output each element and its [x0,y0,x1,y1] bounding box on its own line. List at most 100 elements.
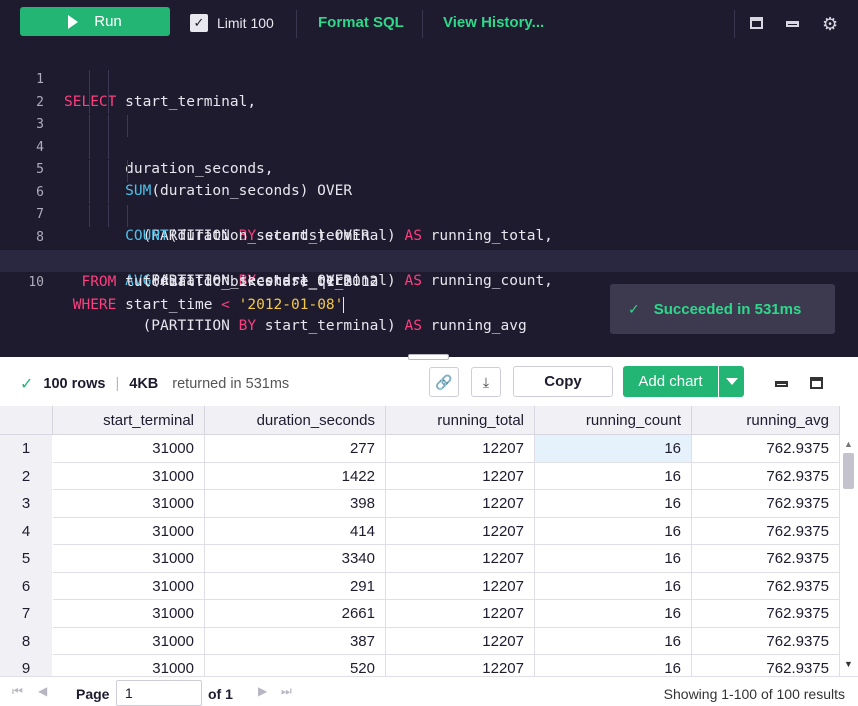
check-icon: ✓ [628,300,640,317]
table-cell[interactable]: 12207 [386,435,535,463]
table-cell[interactable]: 12207 [386,600,535,628]
run-button[interactable]: Run [20,7,170,36]
table-cell[interactable]: 398 [205,490,386,518]
table-cell[interactable]: 31000 [53,600,205,628]
download-button[interactable]: ⤓ [471,367,501,397]
next-page-icon[interactable]: ▶ [258,684,267,698]
maximize-editor-icon[interactable] [750,17,763,29]
page-input[interactable] [116,680,202,706]
table-cell[interactable]: 12207 [386,490,535,518]
column-header[interactable]: running_total [386,406,535,435]
column-header[interactable]: start_terminal [53,406,205,435]
table-cell[interactable]: 31000 [53,655,205,676]
table-cell[interactable]: 291 [205,572,386,600]
table-cell[interactable]: 3340 [205,545,386,573]
code-line: 8 (PARTITION BY start_terminal) AS runni… [0,204,858,334]
table-cell[interactable]: 387 [205,627,386,655]
table-cell[interactable]: 12207 [386,545,535,573]
table-cell[interactable]: 762.9375 [692,600,840,628]
table-cell[interactable]: 12207 [386,627,535,655]
row-number: 5 [0,545,52,573]
table-cell[interactable]: 414 [205,517,386,545]
table-cell[interactable]: 16 [535,490,692,518]
column-header[interactable]: duration_seconds [205,406,386,435]
table-cell[interactable]: 1422 [205,462,386,490]
table-cell[interactable]: 16 [535,572,692,600]
format-sql-button[interactable]: Format SQL [318,14,404,31]
table-cell[interactable]: 762.9375 [692,517,840,545]
table-cell[interactable]: 520 [205,655,386,676]
indent-guide [89,204,90,227]
results-status: ✓ 100 rows | 4KB returned in 531ms [20,374,289,394]
copy-button[interactable]: Copy [513,366,613,397]
table-cell[interactable]: 277 [205,435,386,463]
gear-icon[interactable]: ⚙ [822,14,838,35]
indent-guide [108,159,109,182]
toolbar-divider [422,10,423,38]
table-cell[interactable]: 16 [535,655,692,676]
table-cell[interactable]: 762.9375 [692,545,840,573]
limit-checkbox[interactable]: ✓ [190,14,208,32]
results-count-text: Showing 1-100 of 100 results [663,686,845,702]
table-cell[interactable]: 762.9375 [692,462,840,490]
code-line: 7 AVG(duration_seconds) OVER [0,182,858,289]
first-page-icon[interactable]: ⏮ [12,684,23,699]
table-cell[interactable]: 16 [535,545,692,573]
scroll-down-icon[interactable]: ▼ [844,659,853,669]
table-cell[interactable]: 16 [535,627,692,655]
table-cell[interactable]: 31000 [53,517,205,545]
table-row: 7 31000 2661 12207 16 762.9375 [0,600,840,628]
table-row: 4 31000 414 12207 16 762.9375 [0,517,840,545]
table-cell[interactable]: 31000 [53,490,205,518]
table-cell[interactable]: 12207 [386,572,535,600]
minimize-results-icon[interactable] [775,381,788,387]
table-cell[interactable]: 762.9375 [692,435,840,463]
table-row: 1 31000 277 12207 16 762.9375 [0,435,840,463]
indent-guide [89,159,90,182]
table-cell[interactable]: 31000 [53,435,205,463]
minimize-editor-icon[interactable] [786,21,799,27]
column-header[interactable]: running_count [535,406,692,435]
table-cell[interactable]: 762.9375 [692,655,840,676]
code-line: 9 FROM tutorial.dc_bikeshare_q1_2012 [0,227,858,290]
scroll-up-icon[interactable]: ▲ [844,439,853,449]
limit-toggle[interactable]: ✓ Limit 100 [190,14,274,32]
table-cell[interactable]: 762.9375 [692,572,840,600]
table-cell[interactable]: 31000 [53,572,205,600]
query-toolbar: Run ✓ Limit 100 Format SQL View History.… [0,0,858,47]
vertical-scrollbar[interactable]: ▲ ▼ [840,435,858,675]
text-cursor [343,296,345,313]
toast-text: Succeeded in 531ms [653,300,802,318]
table-cell[interactable]: 762.9375 [692,490,840,518]
table-cell[interactable]: 2661 [205,600,386,628]
code-line-active: 10 WHERE start_time < '2012-01-08' [0,249,858,313]
table-cell[interactable]: 12207 [386,517,535,545]
table-cell[interactable]: 16 [535,435,692,463]
scroll-thumb[interactable] [843,453,854,489]
table-cell[interactable]: 31000 [53,462,205,490]
add-chart-dropdown[interactable] [719,366,744,397]
table-cell[interactable]: 16 [535,600,692,628]
row-number: 8 [0,627,52,655]
add-chart-button[interactable]: Add chart [623,366,718,397]
indent-guide [127,114,128,137]
last-page-icon[interactable]: ⏭ [281,684,292,699]
result-size: 4KB [129,376,159,392]
maximize-results-icon[interactable] [810,377,823,389]
table-cell[interactable]: 16 [535,517,692,545]
view-history-button[interactable]: View History... [443,14,544,31]
sql-editor[interactable]: 1 SELECT start_terminal, 2 duration_seco… [0,47,858,357]
indent-guide [127,204,128,227]
link-button[interactable]: 🔗 [429,367,459,397]
table-cell[interactable]: 31000 [53,627,205,655]
column-header[interactable]: running_avg [692,406,840,435]
prev-page-icon[interactable]: ◀ [38,684,47,698]
indent-guide [127,159,128,182]
table-cell[interactable]: 31000 [53,545,205,573]
table-cell[interactable]: 16 [535,462,692,490]
table-cell[interactable]: 12207 [386,655,535,676]
table-cell[interactable]: 12207 [386,462,535,490]
table-cell[interactable]: 762.9375 [692,627,840,655]
returned-time: returned in 531ms [172,376,290,392]
row-number-header [0,406,53,435]
